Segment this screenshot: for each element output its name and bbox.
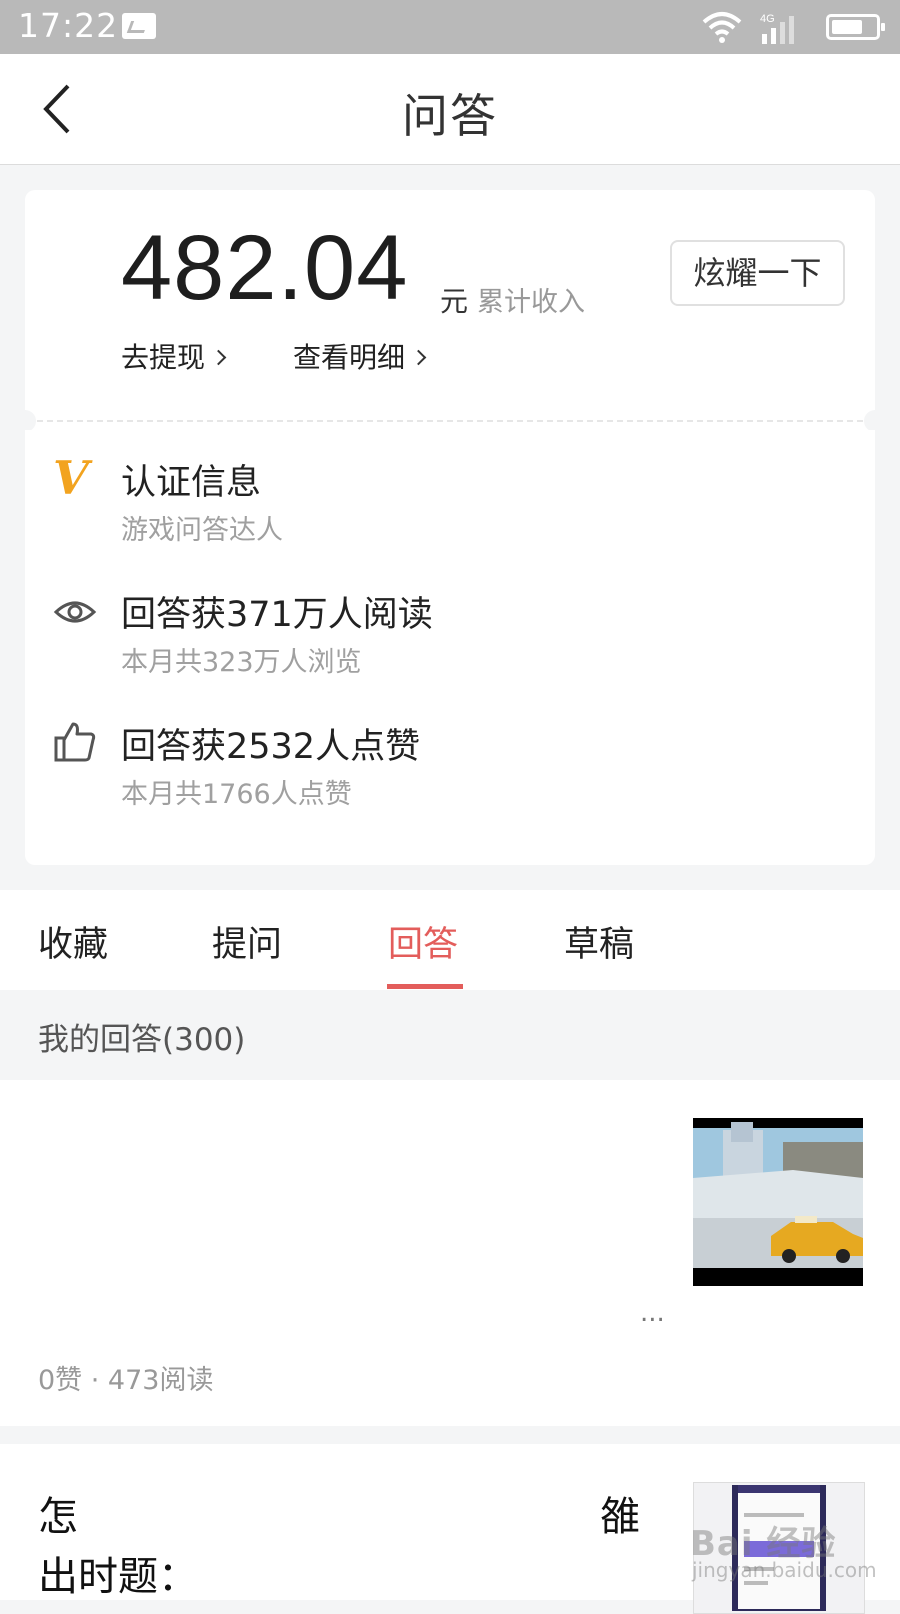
stat-subtitle-likes: 本月共1766人点赞 bbox=[121, 779, 352, 810]
gallery-notification-icon bbox=[122, 13, 156, 39]
watermark-url: jingyan.baidu.com bbox=[692, 1558, 877, 1582]
details-link[interactable]: 查看明细 bbox=[293, 336, 427, 376]
chevron-right-icon bbox=[410, 349, 427, 366]
ticket-notch-right bbox=[864, 410, 886, 432]
tab-answers[interactable]: 回答 bbox=[388, 916, 458, 967]
earnings-label: 累计收入 bbox=[477, 287, 585, 318]
earnings-card: 482.04 元 累计收入 炫耀一下 去提现 查看明细 bbox=[25, 190, 875, 420]
ticket-notch-left bbox=[14, 410, 36, 432]
active-tab-indicator bbox=[387, 984, 463, 989]
eye-icon bbox=[53, 601, 97, 623]
answer-title-fragment: 怎 bbox=[38, 1494, 78, 1540]
answer-title-fragment: 出时题： bbox=[38, 1554, 198, 1600]
answer-thumbnail-image[interactable] bbox=[693, 1118, 863, 1286]
status-bar: 17:22 4G bbox=[0, 0, 900, 54]
page-title: 问答 bbox=[402, 89, 498, 143]
chevron-right-icon bbox=[210, 349, 227, 366]
stat-title-certification: 认证信息 bbox=[121, 463, 262, 503]
wifi-icon bbox=[702, 12, 742, 43]
cellular-signal-icon: 4G bbox=[760, 13, 794, 44]
answers-count-label: 我的回答(300) bbox=[38, 1022, 246, 1058]
status-time: 17:22 bbox=[18, 6, 119, 45]
details-label: 查看明细 bbox=[293, 341, 406, 374]
answer-list-item[interactable]: 怎 雒 出时题： Bai 经验 jingyan.baidu.com bbox=[0, 1444, 900, 1614]
ticket-divider bbox=[25, 420, 875, 430]
withdraw-label: 去提现 bbox=[121, 341, 206, 374]
answer-meta: 0赞 · 473阅读 bbox=[38, 1365, 214, 1396]
more-options-icon[interactable]: ... bbox=[640, 1298, 665, 1328]
network-type: 4G bbox=[760, 13, 775, 25]
tab-favorites[interactable]: 收藏 bbox=[38, 916, 108, 967]
stat-subtitle-certification: 游戏问答达人 bbox=[121, 515, 283, 546]
tab-bar: 收藏 提问 回答 草稿 bbox=[0, 890, 900, 990]
stat-title-reads: 回答获371万人阅读 bbox=[121, 595, 433, 635]
thumbs-up-icon bbox=[54, 722, 96, 762]
stat-subtitle-reads: 本月共323万人浏览 bbox=[121, 647, 362, 678]
stat-title-likes: 回答获2532人点赞 bbox=[121, 727, 421, 767]
battery-icon bbox=[826, 14, 885, 40]
tab-drafts[interactable]: 草稿 bbox=[564, 916, 634, 967]
verified-v-icon: V bbox=[53, 451, 89, 505]
stats-card: V 认证信息 游戏问答达人 回答获371万人阅读 本月共323万人浏览 回答获2… bbox=[25, 430, 875, 865]
nav-bar: 问答 bbox=[0, 54, 900, 165]
tab-questions[interactable]: 提问 bbox=[212, 916, 282, 967]
show-off-button[interactable]: 炫耀一下 bbox=[670, 240, 845, 306]
answer-title-fragment: 雒 bbox=[600, 1494, 640, 1540]
earnings-amount: 482.04 bbox=[121, 217, 409, 319]
answer-list-item[interactable]: ... 0赞 · 473阅读 bbox=[0, 1080, 900, 1426]
withdraw-link[interactable]: 去提现 bbox=[121, 336, 227, 376]
section-header: 我的回答(300) bbox=[0, 990, 900, 1080]
earnings-unit: 元 bbox=[440, 285, 469, 318]
